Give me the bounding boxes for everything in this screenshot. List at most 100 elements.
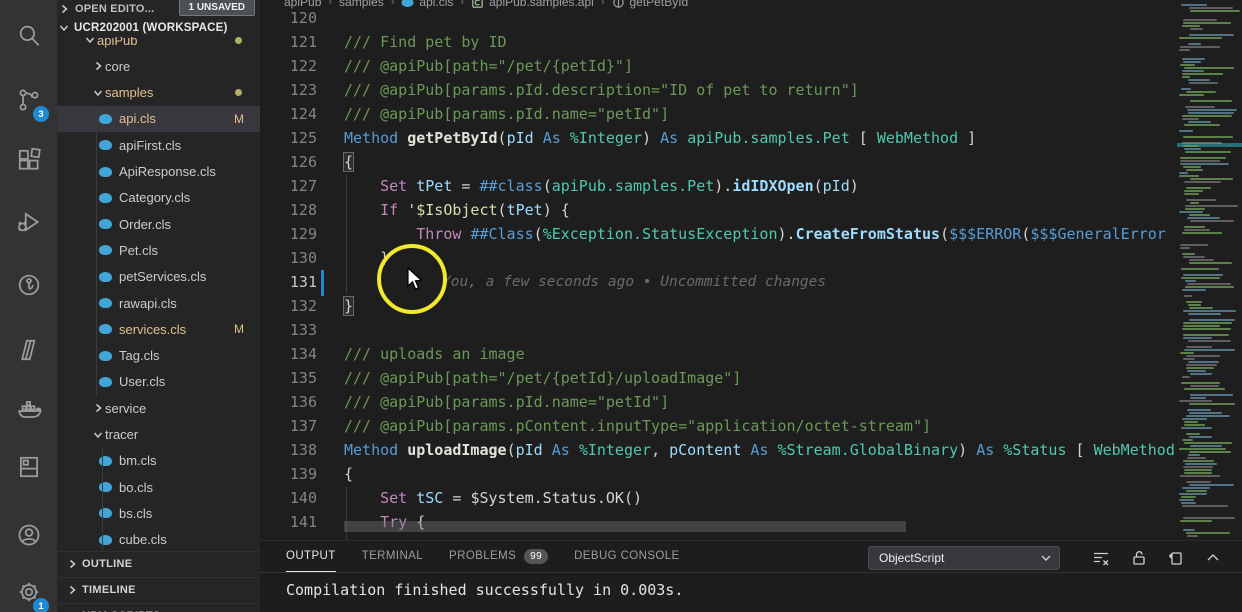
git-modified-badge: M [234, 322, 244, 336]
code-text: /// @apiPub[params.pId.name="petId"] [344, 390, 669, 414]
minimap-line [1179, 493, 1207, 495]
minimap-line [1190, 397, 1206, 399]
breadcrumb-item-apiPub-samples-api[interactable]: apiPub.samples.api [471, 0, 594, 9]
code-line-128[interactable]: 128 If '$IsObject(tPet) { [261, 198, 1177, 222]
tree-item-ApiResponse-cls[interactable]: ApiResponse.cls [57, 159, 260, 185]
output-channel-value: ObjectScript [879, 551, 944, 565]
tree-item-apiFirst-cls[interactable]: apiFirst.cls [57, 132, 260, 158]
code-line-133[interactable]: 133 [261, 318, 1177, 342]
maximize-panel-icon[interactable] [1200, 545, 1226, 571]
activity-intersystems-icon[interactable] [0, 326, 57, 374]
minimap-line [1182, 76, 1190, 78]
unsaved-count-badge[interactable]: 1 UNSAVED [179, 0, 256, 16]
panel-tab-terminal[interactable]: TERMINAL [362, 541, 423, 572]
activity-search-icon[interactable] [0, 11, 57, 59]
minimap-line [1186, 301, 1202, 303]
code-line-137[interactable]: 137/// @apiPub[params.pContent.inputType… [261, 414, 1177, 438]
minimap-line [1187, 535, 1198, 537]
tree-item-rawapi-cls[interactable]: rawapi.cls [57, 290, 260, 316]
code-line-125[interactable]: 125Method getPetById(pId As %Integer) As… [261, 126, 1177, 150]
minimap-line [1181, 277, 1220, 279]
code-area[interactable]: 120121/// Find pet by ID122/// @apiPub[p… [261, 0, 1177, 540]
class-symbol-green-icon [471, 0, 484, 9]
code-editor[interactable]: 120121/// Find pet by ID122/// @apiPub[p… [260, 0, 1242, 540]
tree-item-tracer[interactable]: tracer [57, 422, 260, 448]
workspace-header[interactable]: UCR202001 (WORKSPACE) [57, 18, 260, 37]
code-line-136[interactable]: 136/// @apiPub[params.pId.name="petId"] [261, 390, 1177, 414]
code-line-121[interactable]: 121/// Find pet by ID [261, 30, 1177, 54]
tree-item-services-cls[interactable]: services.clsM [57, 316, 260, 342]
minimap-line [1180, 247, 1190, 249]
breadcrumb-item-samples[interactable]: samples [339, 0, 384, 9]
minimap-line [1189, 484, 1234, 486]
tree-item-User-cls[interactable]: User.cls [57, 369, 260, 395]
code-line-124[interactable]: 124/// @apiPub[params.pId.name="petId"] [261, 102, 1177, 126]
objectscript-class-file-icon [99, 508, 112, 518]
tree-item-cube-cls[interactable]: cube.cls [57, 527, 260, 551]
panel-tab-debug-console[interactable]: DEBUG CONSOLE [574, 541, 680, 572]
breadcrumb-item-apiPub[interactable]: apiPub [284, 0, 321, 9]
tree-item-bo-cls[interactable]: bo.cls [57, 474, 260, 500]
breadcrumb-item-getPetById[interactable]: getPetById [612, 0, 689, 9]
code-line-126[interactable]: 126{ [261, 150, 1177, 174]
activity-history-icon[interactable] [0, 261, 57, 309]
unlock-icon[interactable] [1126, 545, 1152, 571]
activity-settings-icon[interactable]: 1 [0, 568, 57, 612]
code-line-140[interactable]: 140 Set tSC = $System.Status.OK() [261, 486, 1177, 510]
tree-item-service[interactable]: service [57, 395, 260, 421]
tree-item-label: bo.cls [119, 480, 153, 495]
activity-run-and-debug-icon[interactable] [0, 198, 57, 246]
explorer-sidebar: apiPubcoresamplesapi.clsMapiFirst.clsApi… [57, 0, 260, 612]
code-line-127[interactable]: 127 Set tPet = ##class(apiPub.samples.Pe… [261, 174, 1177, 198]
output-channel-select[interactable]: ObjectScript [868, 546, 1060, 570]
breadcrumb[interactable]: apiPub›samples›api.cls›apiPub.samples.ap… [284, 0, 688, 12]
code-text: /// @apiPub[params.pContent.inputType="a… [344, 414, 931, 438]
activity-accounts-icon[interactable] [0, 511, 57, 559]
code-text: } [344, 246, 389, 270]
sidebar-section-timeline[interactable]: TIMELINE [57, 577, 260, 602]
panel-tab-problems[interactable]: PROBLEMS99 [449, 541, 548, 572]
sidebar-section-npm-scripts[interactable]: NPM SCRIPTS [57, 603, 260, 612]
tree-item-Pet-cls[interactable]: Pet.cls [57, 237, 260, 263]
tree-item-Tag-cls[interactable]: Tag.cls [57, 343, 260, 369]
minimap-line [1179, 400, 1212, 402]
minimap-line [1184, 295, 1192, 297]
tree-item-bs-cls[interactable]: bs.cls [57, 500, 260, 526]
activity-docker-icon[interactable] [0, 386, 57, 434]
horizontal-scrollbar[interactable] [344, 521, 906, 532]
code-line-138[interactable]: 138Method uploadImage(pId As %Integer, p… [261, 438, 1177, 462]
code-line-129[interactable]: 129 Throw ##Class(%Exception.StatusExcep… [261, 222, 1177, 246]
minimap-line [1186, 415, 1230, 417]
open-editors-header[interactable]: OPEN EDITO... 1 UNSAVED [57, 0, 260, 18]
panel-tab-output[interactable]: OUTPUT [286, 541, 336, 572]
tree-item-bm-cls[interactable]: bm.cls [57, 448, 260, 474]
code-line-132[interactable]: 132} [261, 294, 1177, 318]
activity-server-manager-icon[interactable] [0, 443, 57, 491]
tree-item-core[interactable]: core [57, 53, 260, 79]
code-line-122[interactable]: 122/// @apiPub[path="/pet/{petId}"] [261, 54, 1177, 78]
open-output-in-editor-icon[interactable] [1162, 545, 1188, 571]
code-line-139[interactable]: 139{ [261, 462, 1177, 486]
tree-item-samples[interactable]: samples [57, 80, 260, 106]
tree-item-Category-cls[interactable]: Category.cls [57, 185, 260, 211]
minimap-line [1185, 463, 1217, 465]
tree-item-Order-cls[interactable]: Order.cls [57, 211, 260, 237]
code-line-134[interactable]: 134/// uploads an image [261, 342, 1177, 366]
code-line-130[interactable]: 130 } [261, 246, 1177, 270]
activity-source-control-icon[interactable]: 3 [0, 76, 57, 124]
minimap-line [1189, 403, 1235, 405]
code-line-123[interactable]: 123/// @apiPub[params.pId.description="I… [261, 78, 1177, 102]
minimap[interactable] [1177, 0, 1242, 540]
code-line-135[interactable]: 135/// @apiPub[path="/pet/{petId}/upload… [261, 366, 1177, 390]
minimap-line [1180, 64, 1195, 66]
breadcrumb-item-api-cls[interactable]: api.cls [401, 0, 453, 9]
minimap-line [1184, 226, 1205, 228]
sidebar-section-outline[interactable]: OUTLINE [57, 551, 260, 576]
tree-item-label: apiFirst.cls [119, 138, 181, 153]
tree-item-petServices-cls[interactable]: petServices.cls [57, 264, 260, 290]
minimap-line [1179, 130, 1193, 132]
clear-output-icon[interactable] [1088, 545, 1114, 571]
activity-extensions-icon[interactable] [0, 136, 57, 184]
minimap-line [1186, 346, 1212, 348]
tree-item-api-cls[interactable]: api.clsM [57, 106, 260, 132]
